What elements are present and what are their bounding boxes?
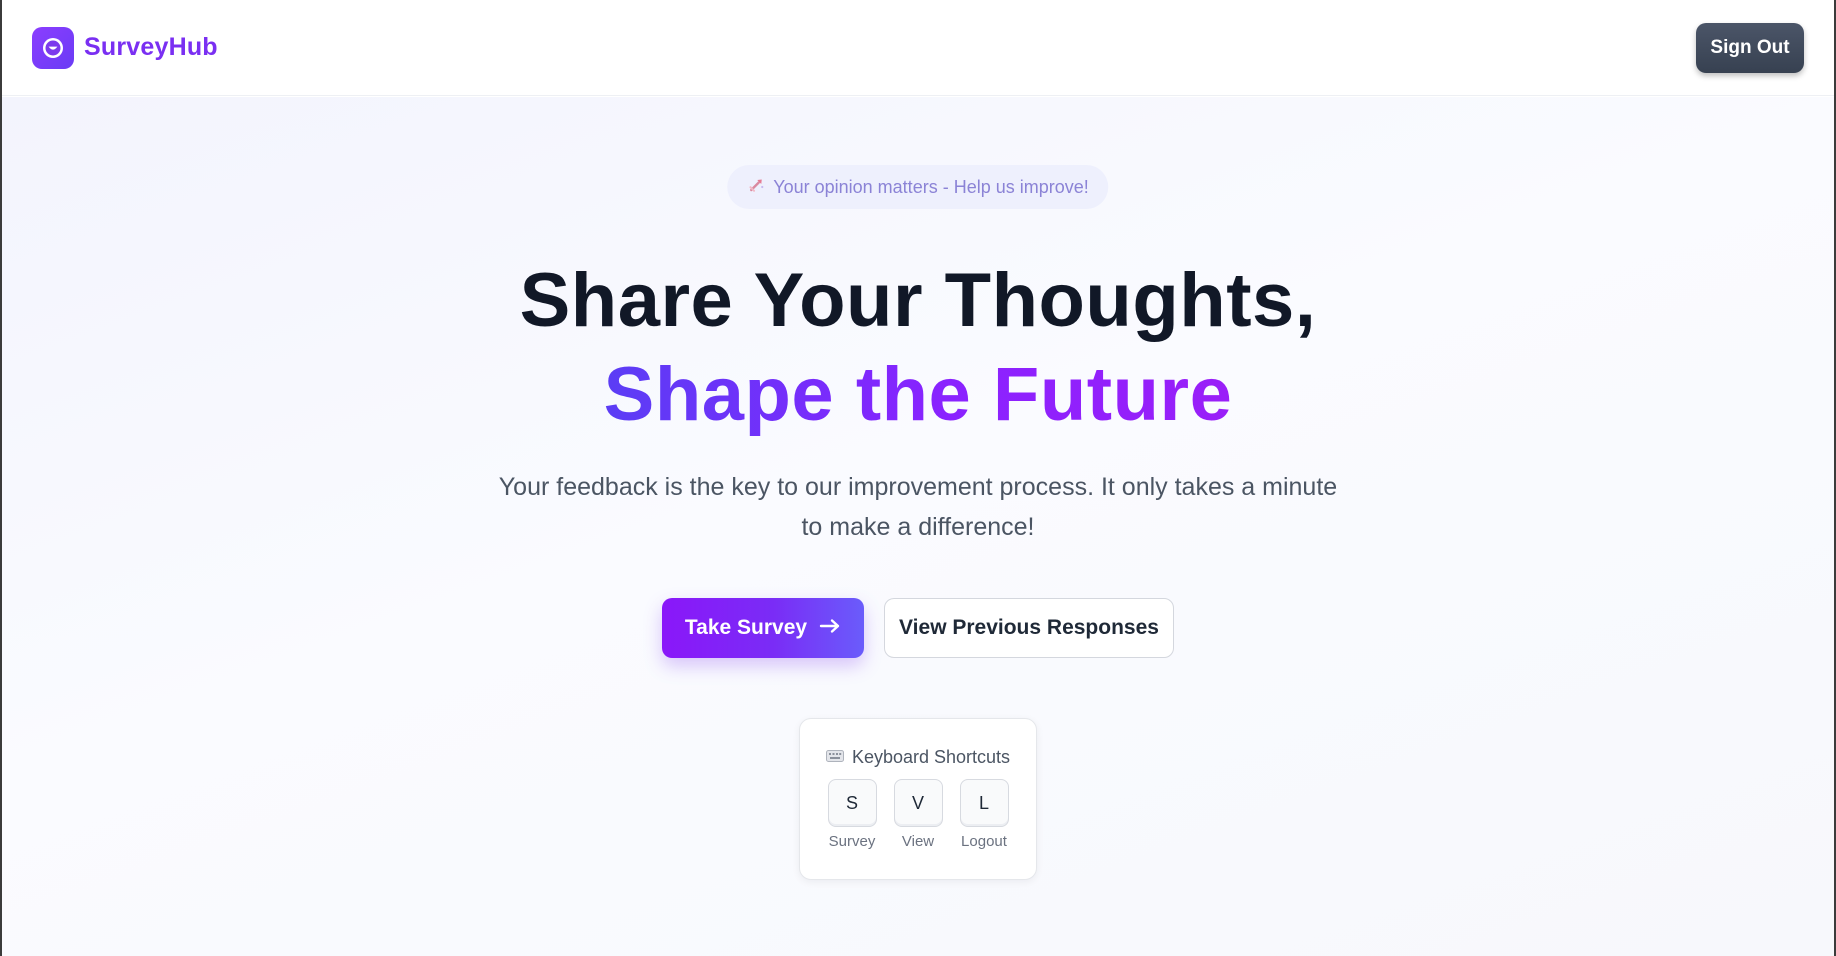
- shortcut-view: V View: [893, 779, 944, 850]
- key-label: Logout: [961, 833, 1007, 850]
- shortcut-survey: S Survey: [827, 779, 878, 850]
- hero-actions: Take Survey View Previous Responses: [2, 598, 1834, 658]
- take-survey-button[interactable]: Take Survey: [662, 598, 864, 658]
- announcement-badge: Your opinion matters - Help us improve!: [727, 165, 1109, 209]
- rocket-icon: [747, 176, 765, 199]
- key-cap: V: [893, 779, 943, 827]
- app-window: SurveyHub Sign Out Your opinion matters …: [0, 0, 1836, 956]
- key-cap: L: [959, 779, 1009, 827]
- page-title: Share Your Thoughts, Shape the Future: [2, 254, 1834, 442]
- brand[interactable]: SurveyHub: [32, 26, 218, 69]
- smile-chat-icon: [32, 26, 74, 69]
- top-nav: SurveyHub Sign Out: [2, 0, 1834, 96]
- shortcut-keys: S Survey V View L Logout: [800, 779, 1036, 850]
- hero-subtitle: Your feedback is the key to our improvem…: [498, 473, 1338, 541]
- brand-name: SurveyHub: [84, 33, 218, 61]
- shortcuts-title: Keyboard Shortcuts: [851, 747, 1011, 767]
- sign-out-button[interactable]: Sign Out: [1696, 22, 1804, 73]
- key-label: Survey: [828, 833, 876, 850]
- keyboard-icon: [825, 749, 844, 767]
- badge-text: Your opinion matters - Help us improve!: [773, 176, 1089, 197]
- arrow-right-icon: [819, 616, 841, 640]
- headline-line-2: Shape the Future: [604, 348, 1233, 442]
- hero-section: Your opinion matters - Help us improve! …: [2, 97, 1834, 956]
- key-label: View: [901, 833, 935, 850]
- headline-line-1: Share Your Thoughts,: [519, 258, 1317, 343]
- key-cap: S: [827, 779, 877, 827]
- keyboard-shortcuts-card: Keyboard Shortcuts S Survey V View L Log…: [799, 718, 1037, 880]
- view-previous-responses-button[interactable]: View Previous Responses: [884, 598, 1174, 658]
- shortcut-logout: L Logout: [959, 779, 1010, 850]
- take-survey-label: Take Survey: [684, 616, 808, 639]
- shortcuts-header: Keyboard Shortcuts: [800, 747, 1036, 768]
